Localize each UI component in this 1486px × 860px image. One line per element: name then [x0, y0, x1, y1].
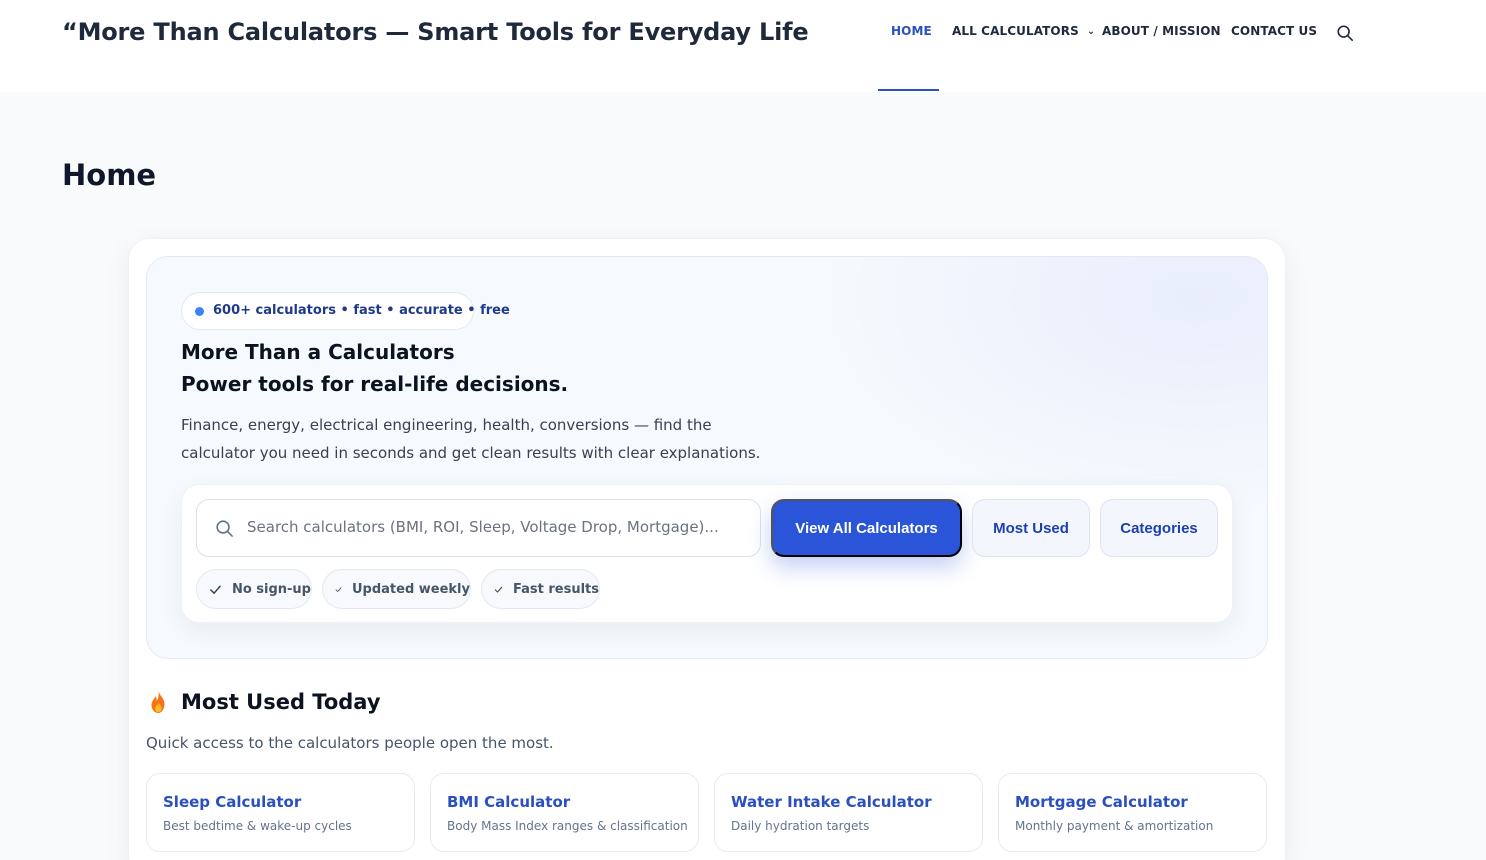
hero-badge-text: 600+ calculators • fast • accurate • fre… [213, 303, 510, 318]
tile-title: BMI Calculator [447, 793, 571, 811]
flame-icon [151, 691, 165, 713]
calculator-tile-mortgage[interactable]: Mortgage Calculator Monthly payment & am… [998, 773, 1267, 852]
tile-description: Monthly payment & amortization [1015, 819, 1214, 833]
tile-description: Daily hydration targets [731, 819, 870, 833]
tile-description: Body Mass Index ranges & classification [447, 819, 688, 833]
nav-all-calculators[interactable]: ALL CALCULATORS ⌄ [952, 24, 1095, 38]
hero-description: Finance, energy, electrical engineering,… [181, 416, 761, 462]
check-icon [210, 585, 221, 594]
check-icon [494, 586, 503, 593]
feature-chip-label: Updated weekly [351, 581, 470, 597]
feature-chip-no-signup: No sign-up [196, 569, 312, 609]
most-used-section-title: Most Used Today [148, 690, 381, 714]
most-used-title-text: Most Used Today [181, 690, 381, 714]
most-used-button[interactable]: Most Used [972, 499, 1090, 557]
nav-active-indicator [878, 89, 939, 91]
feature-chip-label: No sign-up [231, 581, 311, 597]
chevron-down-icon: ⌄ [1086, 26, 1096, 37]
check-icon [335, 586, 342, 592]
calculator-tile-sleep[interactable]: Sleep Calculator Best bedtime & wake-up … [146, 773, 415, 852]
hero-headline-line2: Power tools for real-life decisions. [181, 372, 569, 396]
status-dot-icon [195, 307, 204, 316]
nav-all-calculators-label: ALL CALCULATORS [952, 24, 1079, 38]
tile-title: Sleep Calculator [163, 793, 302, 811]
tile-description: Best bedtime & wake-up cycles [163, 819, 352, 833]
feature-chip-updated-weekly: Updated weekly [322, 569, 471, 609]
calculator-tile-water-intake[interactable]: Water Intake Calculator Daily hydration … [714, 773, 983, 852]
main-nav: HOME ALL CALCULATORS ⌄ ABOUT / MISSION CO… [0, 24, 1486, 44]
most-used-subtitle: Quick access to the calculators people o… [146, 734, 554, 752]
tile-title: Mortgage Calculator [1015, 793, 1188, 811]
hero-badge: 600+ calculators • fast • accurate • fre… [181, 292, 510, 330]
hero-headline-line1: More Than a Calculators [181, 340, 455, 364]
feature-chip-label: Fast results [513, 581, 599, 597]
top-header: “More Than Calculators — Smart Tools for… [0, 0, 1486, 92]
calculator-tile-bmi[interactable]: BMI Calculator Body Mass Index ranges & … [430, 773, 699, 852]
categories-button[interactable]: Categories [1100, 499, 1218, 557]
view-all-calculators-button[interactable]: View All Calculators [771, 499, 962, 557]
search-field[interactable] [196, 499, 761, 557]
nav-about-mission[interactable]: ABOUT / MISSION [1102, 24, 1221, 38]
nav-contact-us[interactable]: CONTACT US [1231, 24, 1317, 38]
search-input[interactable] [247, 518, 747, 536]
feature-chip-fast-results: Fast results [481, 569, 600, 609]
hero-headline: More Than a Calculators Power tools for … [181, 336, 568, 400]
search-icon [216, 520, 233, 537]
nav-home[interactable]: HOME [891, 24, 932, 38]
tile-title: Water Intake Calculator [731, 793, 932, 811]
page-title: Home [62, 158, 157, 192]
search-icon[interactable] [1336, 24, 1354, 42]
